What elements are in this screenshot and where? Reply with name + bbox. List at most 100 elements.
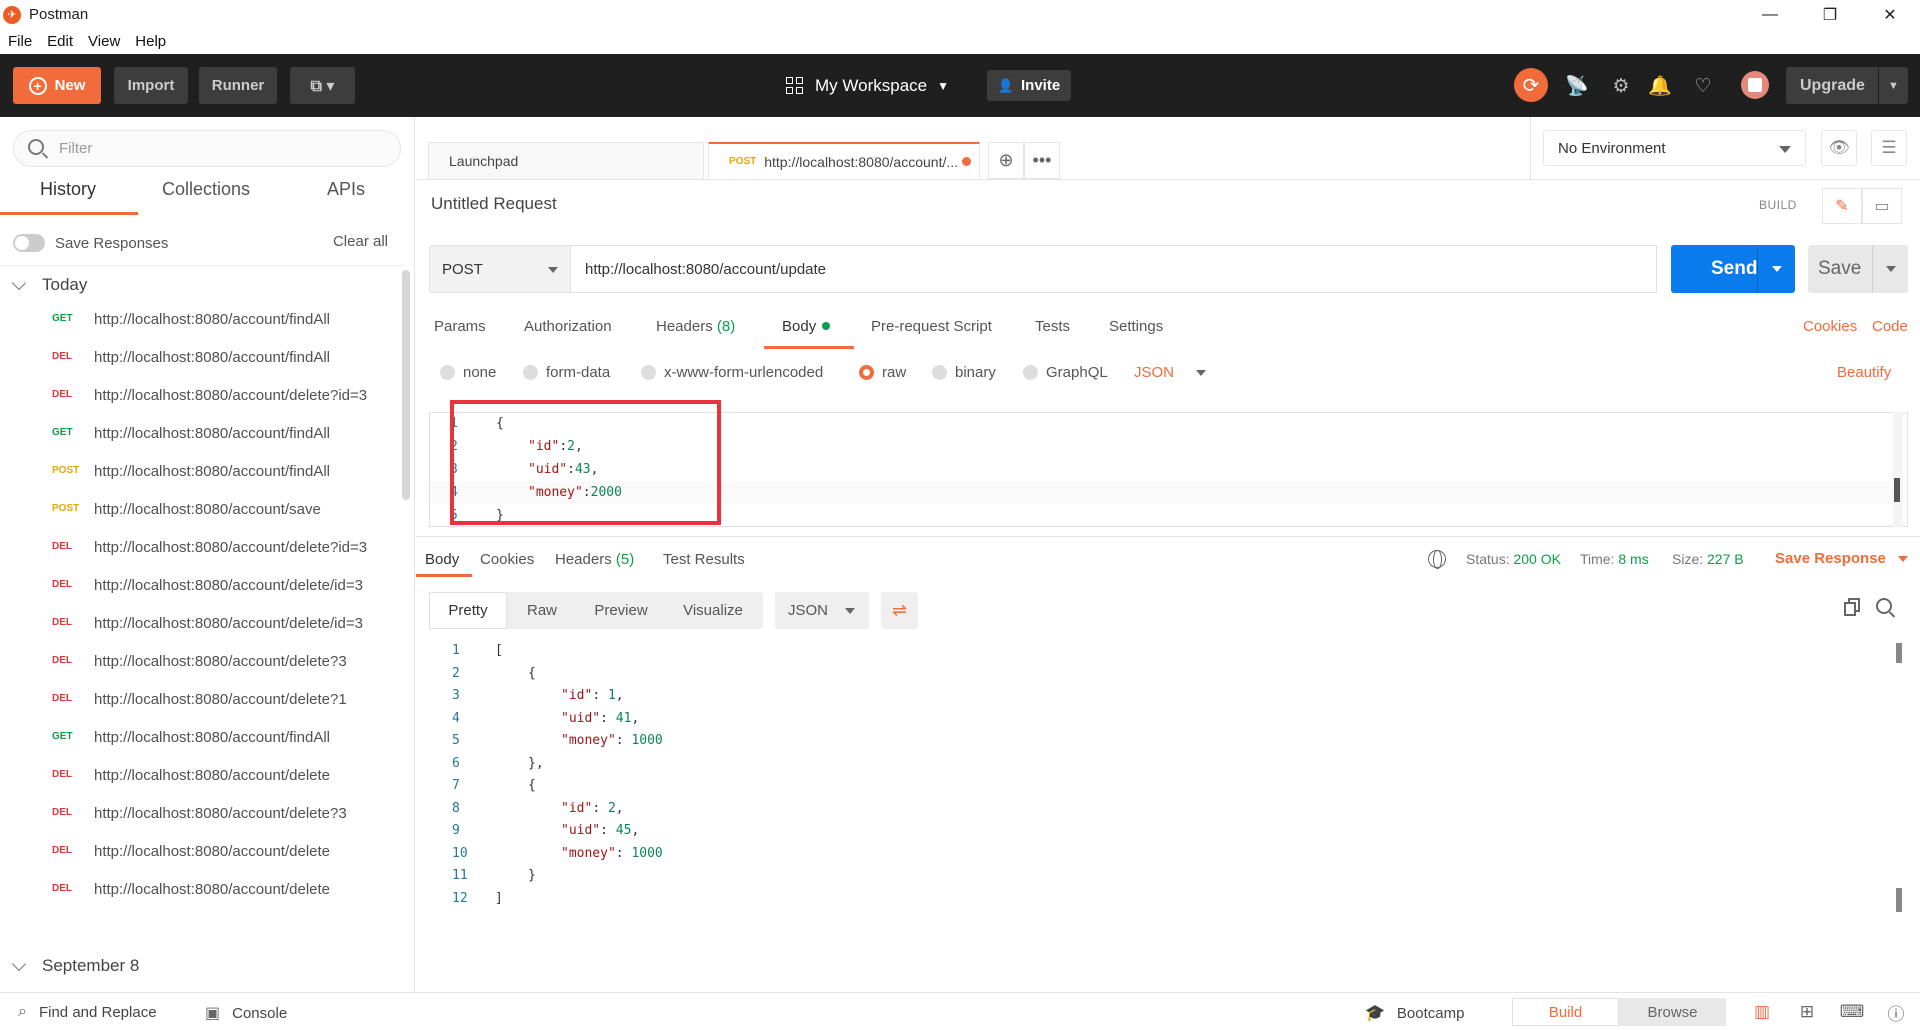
comments-icon[interactable]: ▭ xyxy=(1862,188,1902,224)
upgrade-caret-icon[interactable]: ▼ xyxy=(1878,67,1908,104)
copy-icon[interactable] xyxy=(1844,598,1862,616)
upgrade-button[interactable]: Upgrade ▼ xyxy=(1786,67,1908,104)
history-item[interactable]: GET http://localhost:8080/account/findAll xyxy=(0,423,402,444)
wrap-lines-icon[interactable]: ⇌ xyxy=(881,592,918,629)
send-options-caret[interactable] xyxy=(1757,245,1795,293)
history-item[interactable]: DEL http://localhost:8080/account/delete/… xyxy=(0,575,402,596)
history-group-today[interactable]: Today xyxy=(0,270,405,300)
tab-tests[interactable]: Tests xyxy=(1035,318,1070,335)
history-item[interactable]: DEL http://localhost:8080/account/delete xyxy=(0,765,402,786)
settings-gear-icon[interactable]: ⚙ xyxy=(1609,74,1633,98)
view-visualize[interactable]: Visualize xyxy=(665,592,761,629)
view-raw[interactable]: Raw xyxy=(507,592,577,629)
history-item[interactable]: POST http://localhost:8080/account/findAl… xyxy=(0,461,402,482)
tab-prerequest-script[interactable]: Pre-request Script xyxy=(871,318,992,335)
view-pretty[interactable]: Pretty xyxy=(429,592,507,629)
resp-tab-body[interactable]: Body xyxy=(425,551,459,568)
response-scrollbar-bottom[interactable] xyxy=(1896,888,1902,912)
resp-tab-headers[interactable]: Headers (5) xyxy=(555,551,634,568)
view-preview[interactable]: Preview xyxy=(577,592,665,629)
history-item[interactable]: DEL http://localhost:8080/account/delete xyxy=(0,841,402,862)
search-icon[interactable] xyxy=(1876,598,1892,614)
add-tab-icon[interactable]: ⊕ xyxy=(988,142,1024,179)
import-button[interactable]: Import xyxy=(114,67,188,104)
notification-bell-icon[interactable]: 🔔 xyxy=(1648,74,1672,98)
edit-pencil-icon[interactable]: ✎ xyxy=(1822,188,1862,224)
history-item[interactable]: POST http://localhost:8080/account/save xyxy=(0,499,402,520)
satellite-icon[interactable]: 📡 xyxy=(1565,74,1589,98)
radio-urlencoded[interactable]: x-www-form-urlencoded xyxy=(641,364,823,381)
history-item[interactable]: DEL http://localhost:8080/account/delete?… xyxy=(0,537,402,558)
radio-form-data[interactable]: form-data xyxy=(523,364,610,381)
response-body-viewer[interactable]: 1 [2 {3 "id": 1, 4 "uid": 41, 5 "money": 1000 6}… xyxy=(416,640,1896,940)
more-tabs-icon[interactable]: ••• xyxy=(1024,142,1060,179)
tab-settings[interactable]: Settings xyxy=(1109,318,1163,335)
menu-view[interactable]: View xyxy=(88,33,120,50)
tab-history[interactable]: History xyxy=(40,179,96,200)
bootcamp-button[interactable]: 🎓 Bootcamp xyxy=(1365,1003,1464,1023)
resp-tab-test-results[interactable]: Test Results xyxy=(663,551,745,568)
url-input[interactable]: http://localhost:8080/account/update xyxy=(571,245,1657,293)
globe-icon[interactable] xyxy=(1428,550,1446,569)
heart-icon[interactable]: ♡ xyxy=(1691,74,1715,98)
save-responses-toggle[interactable] xyxy=(13,234,45,252)
menu-edit[interactable]: Edit xyxy=(47,33,73,50)
new-button[interactable]: + New xyxy=(13,67,101,104)
tab-body[interactable]: Body xyxy=(782,318,831,335)
sidebar-scrollbar[interactable] xyxy=(402,270,410,500)
save-button[interactable]: Save xyxy=(1808,245,1908,293)
eye-icon[interactable]: 👁 xyxy=(1821,130,1857,166)
method-select[interactable]: POST xyxy=(429,245,571,293)
close-window-button[interactable]: ✕ xyxy=(1860,0,1920,29)
mode-browse-button[interactable]: Browse xyxy=(1619,998,1726,1026)
save-options-caret[interactable] xyxy=(1872,245,1908,293)
sync-icon[interactable]: ⟳ xyxy=(1514,68,1548,102)
tab-active-request[interactable]: POST http://localhost:8080/account/... xyxy=(708,142,980,179)
history-item[interactable]: DEL http://localhost:8080/account/delete?… xyxy=(0,651,402,672)
new-window-button[interactable]: ⧉ ▾ xyxy=(290,67,355,104)
clear-all-link[interactable]: Clear all xyxy=(333,233,388,250)
code-link[interactable]: Code xyxy=(1872,318,1908,335)
workspace-selector[interactable]: My Workspace ▼ xyxy=(786,67,949,104)
tab-authorization[interactable]: Authorization xyxy=(524,318,612,335)
body-format-select[interactable]: JSON xyxy=(1134,364,1207,381)
beautify-link[interactable]: Beautify xyxy=(1837,364,1891,381)
history-group-sept[interactable]: September 8 xyxy=(0,951,405,981)
help-icon[interactable]: ⓘ xyxy=(1885,1001,1907,1024)
runner-button[interactable]: Runner xyxy=(199,67,277,104)
radio-raw[interactable]: raw xyxy=(859,364,906,381)
history-item[interactable]: GET http://localhost:8080/account/findAll xyxy=(0,727,402,748)
tab-apis[interactable]: APIs xyxy=(327,179,365,200)
menu-file[interactable]: File xyxy=(8,33,32,50)
radio-binary[interactable]: binary xyxy=(932,364,996,381)
environment-select[interactable]: No Environment xyxy=(1543,130,1806,166)
send-button[interactable]: Send xyxy=(1671,245,1795,293)
minimize-button[interactable]: — xyxy=(1740,0,1800,29)
tab-collections[interactable]: Collections xyxy=(162,179,250,200)
invite-button[interactable]: 👤 Invite xyxy=(987,70,1071,101)
sliders-icon[interactable]: ☰ xyxy=(1871,130,1907,166)
tab-headers[interactable]: Headers (8) xyxy=(656,318,735,335)
find-replace-button[interactable]: ⌕ Find and Replace xyxy=(18,1003,157,1021)
history-item[interactable]: DEL http://localhost:8080/account/delete/… xyxy=(0,613,402,634)
mode-build-button[interactable]: Build xyxy=(1512,998,1619,1026)
keyboard-icon[interactable]: ⌨ xyxy=(1840,1001,1865,1023)
tab-params[interactable]: Params xyxy=(434,318,486,335)
tab-launchpad[interactable]: Launchpad xyxy=(428,142,704,179)
resp-tab-cookies[interactable]: Cookies xyxy=(480,551,534,568)
two-pane-icon[interactable]: ▥ xyxy=(1751,1001,1773,1023)
cookies-link[interactable]: Cookies xyxy=(1803,318,1857,335)
history-item[interactable]: DEL http://localhost:8080/account/delete?… xyxy=(0,803,402,824)
history-item[interactable]: DEL http://localhost:8080/account/delete xyxy=(0,879,402,900)
restore-button[interactable]: ❐ xyxy=(1800,0,1860,29)
layout-grid-icon[interactable]: ⊞ xyxy=(1796,1001,1818,1023)
menu-help[interactable]: Help xyxy=(135,33,166,50)
history-item[interactable]: DEL http://localhost:8080/account/delete?… xyxy=(0,385,402,406)
history-item[interactable]: GET http://localhost:8080/account/findAll xyxy=(0,309,402,330)
history-item[interactable]: DEL http://localhost:8080/account/findAll xyxy=(0,347,402,368)
avatar[interactable] xyxy=(1741,71,1769,99)
editor-scrollbar[interactable] xyxy=(1893,412,1903,527)
save-response-button[interactable]: Save Response xyxy=(1775,550,1908,567)
radio-none[interactable]: none xyxy=(440,364,496,381)
radio-graphql[interactable]: GraphQL xyxy=(1023,364,1108,381)
